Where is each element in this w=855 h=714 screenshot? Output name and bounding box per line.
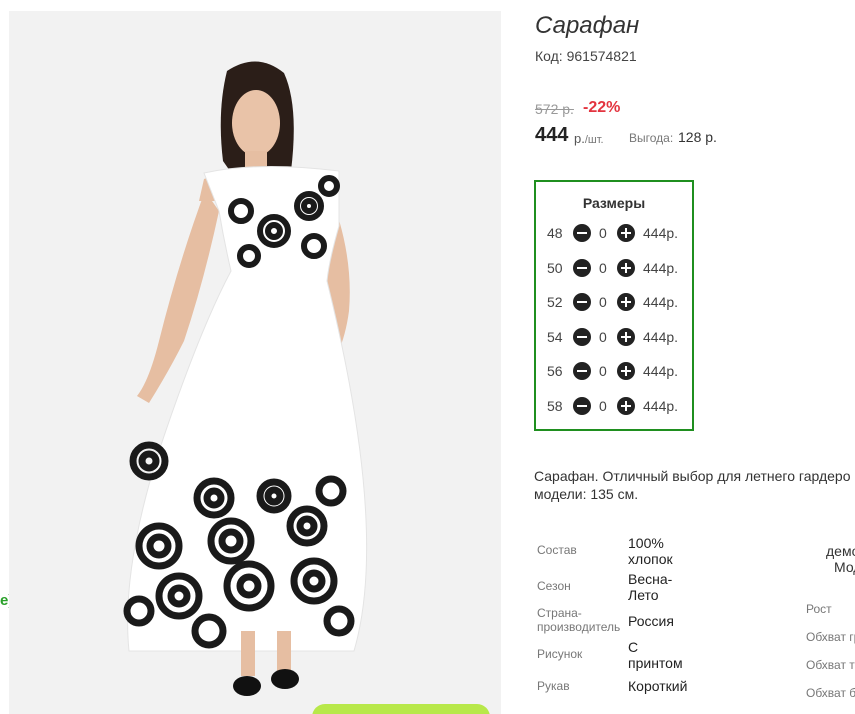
model-param-label: Обхват та	[806, 658, 855, 672]
price-unit: р./шт.	[574, 131, 604, 146]
quantity-value: 0	[599, 294, 607, 310]
spec-value: Короткий	[628, 678, 688, 694]
size-price: 444р.	[643, 398, 679, 414]
price-currency: р.	[574, 131, 585, 146]
size-price: 444р.	[643, 363, 679, 379]
spec-value: Весна-Лето	[628, 571, 673, 603]
model-heading: демо	[826, 543, 855, 559]
size-row: 50 0 444р.	[536, 258, 692, 278]
decrease-quantity-button[interactable]	[573, 397, 591, 415]
discount-badge: -22%	[583, 99, 621, 116]
spec-label: Состав	[537, 543, 577, 557]
increase-quantity-button[interactable]	[617, 397, 635, 415]
sizes-panel: Размеры 48 0 444р. 50 0 444р. 52 0 444р.…	[534, 180, 694, 431]
quantity-value: 0	[599, 225, 607, 241]
size-row: 54 0 444р.	[536, 327, 692, 347]
current-price: 444	[535, 124, 569, 146]
decrease-quantity-button[interactable]	[573, 362, 591, 380]
description-line: модели: 135 см.	[534, 486, 639, 502]
quantity-value: 0	[599, 363, 607, 379]
spec-label: Рукав	[537, 679, 570, 693]
increase-quantity-button[interactable]	[617, 293, 635, 311]
decrease-quantity-button[interactable]	[573, 293, 591, 311]
size-price: 444р.	[643, 260, 679, 276]
spec-value: С принтом	[628, 639, 683, 671]
description-line: Сарафан. Отличный выбор для летнего гард…	[534, 468, 851, 484]
spec-value: Россия	[628, 613, 674, 629]
spec-label: Сезон	[537, 579, 571, 593]
size-row: 52 0 444р.	[536, 292, 692, 312]
benefit-value: 128 р.	[678, 129, 717, 145]
decrease-quantity-button[interactable]	[573, 259, 591, 277]
size-price: 444р.	[643, 294, 679, 310]
product-description: Сарафан. Отличный выбор для летнего гард…	[534, 467, 855, 503]
quantity-value: 0	[599, 398, 607, 414]
increase-quantity-button[interactable]	[617, 259, 635, 277]
size-label: 54	[547, 329, 563, 345]
size-label: 50	[547, 260, 563, 276]
size-row: 48 0 444р.	[536, 223, 692, 243]
size-label: 52	[547, 294, 563, 310]
decrease-quantity-button[interactable]	[573, 328, 591, 346]
model-param-label: Рост	[806, 602, 832, 616]
size-label: 58	[547, 398, 563, 414]
model-param-label: Обхват б	[806, 686, 855, 700]
product-title: Сарафан	[535, 12, 640, 39]
old-price: 572 р.	[535, 101, 574, 117]
size-row: 58 0 444р.	[536, 396, 692, 416]
add-to-cart-button[interactable]	[312, 704, 490, 714]
size-price: 444р.	[643, 329, 679, 345]
product-photo[interactable]	[9, 11, 501, 714]
quantity-value: 0	[599, 260, 607, 276]
product-code: Код: 961574821	[535, 48, 637, 64]
increase-quantity-button[interactable]	[617, 224, 635, 242]
dress-model-image	[9, 11, 501, 714]
decrease-quantity-button[interactable]	[573, 224, 591, 242]
size-label: 48	[547, 225, 563, 241]
size-price: 444р.	[643, 225, 679, 241]
spec-value: 100% хлопок	[628, 535, 673, 567]
sizes-title: Размеры	[582, 195, 646, 211]
increase-quantity-button[interactable]	[617, 362, 635, 380]
price-per-unit: /шт.	[584, 134, 604, 146]
spec-label: Страна-производитель	[537, 606, 621, 634]
model-param-label: Обхват гр	[806, 630, 855, 644]
increase-quantity-button[interactable]	[617, 328, 635, 346]
model-heading: Мод	[834, 559, 855, 575]
spec-label: Рисунок	[537, 647, 583, 661]
size-row: 56 0 444р.	[536, 361, 692, 381]
size-label: 56	[547, 363, 563, 379]
benefit-label: Выгода:	[629, 131, 674, 145]
quantity-value: 0	[599, 329, 607, 345]
